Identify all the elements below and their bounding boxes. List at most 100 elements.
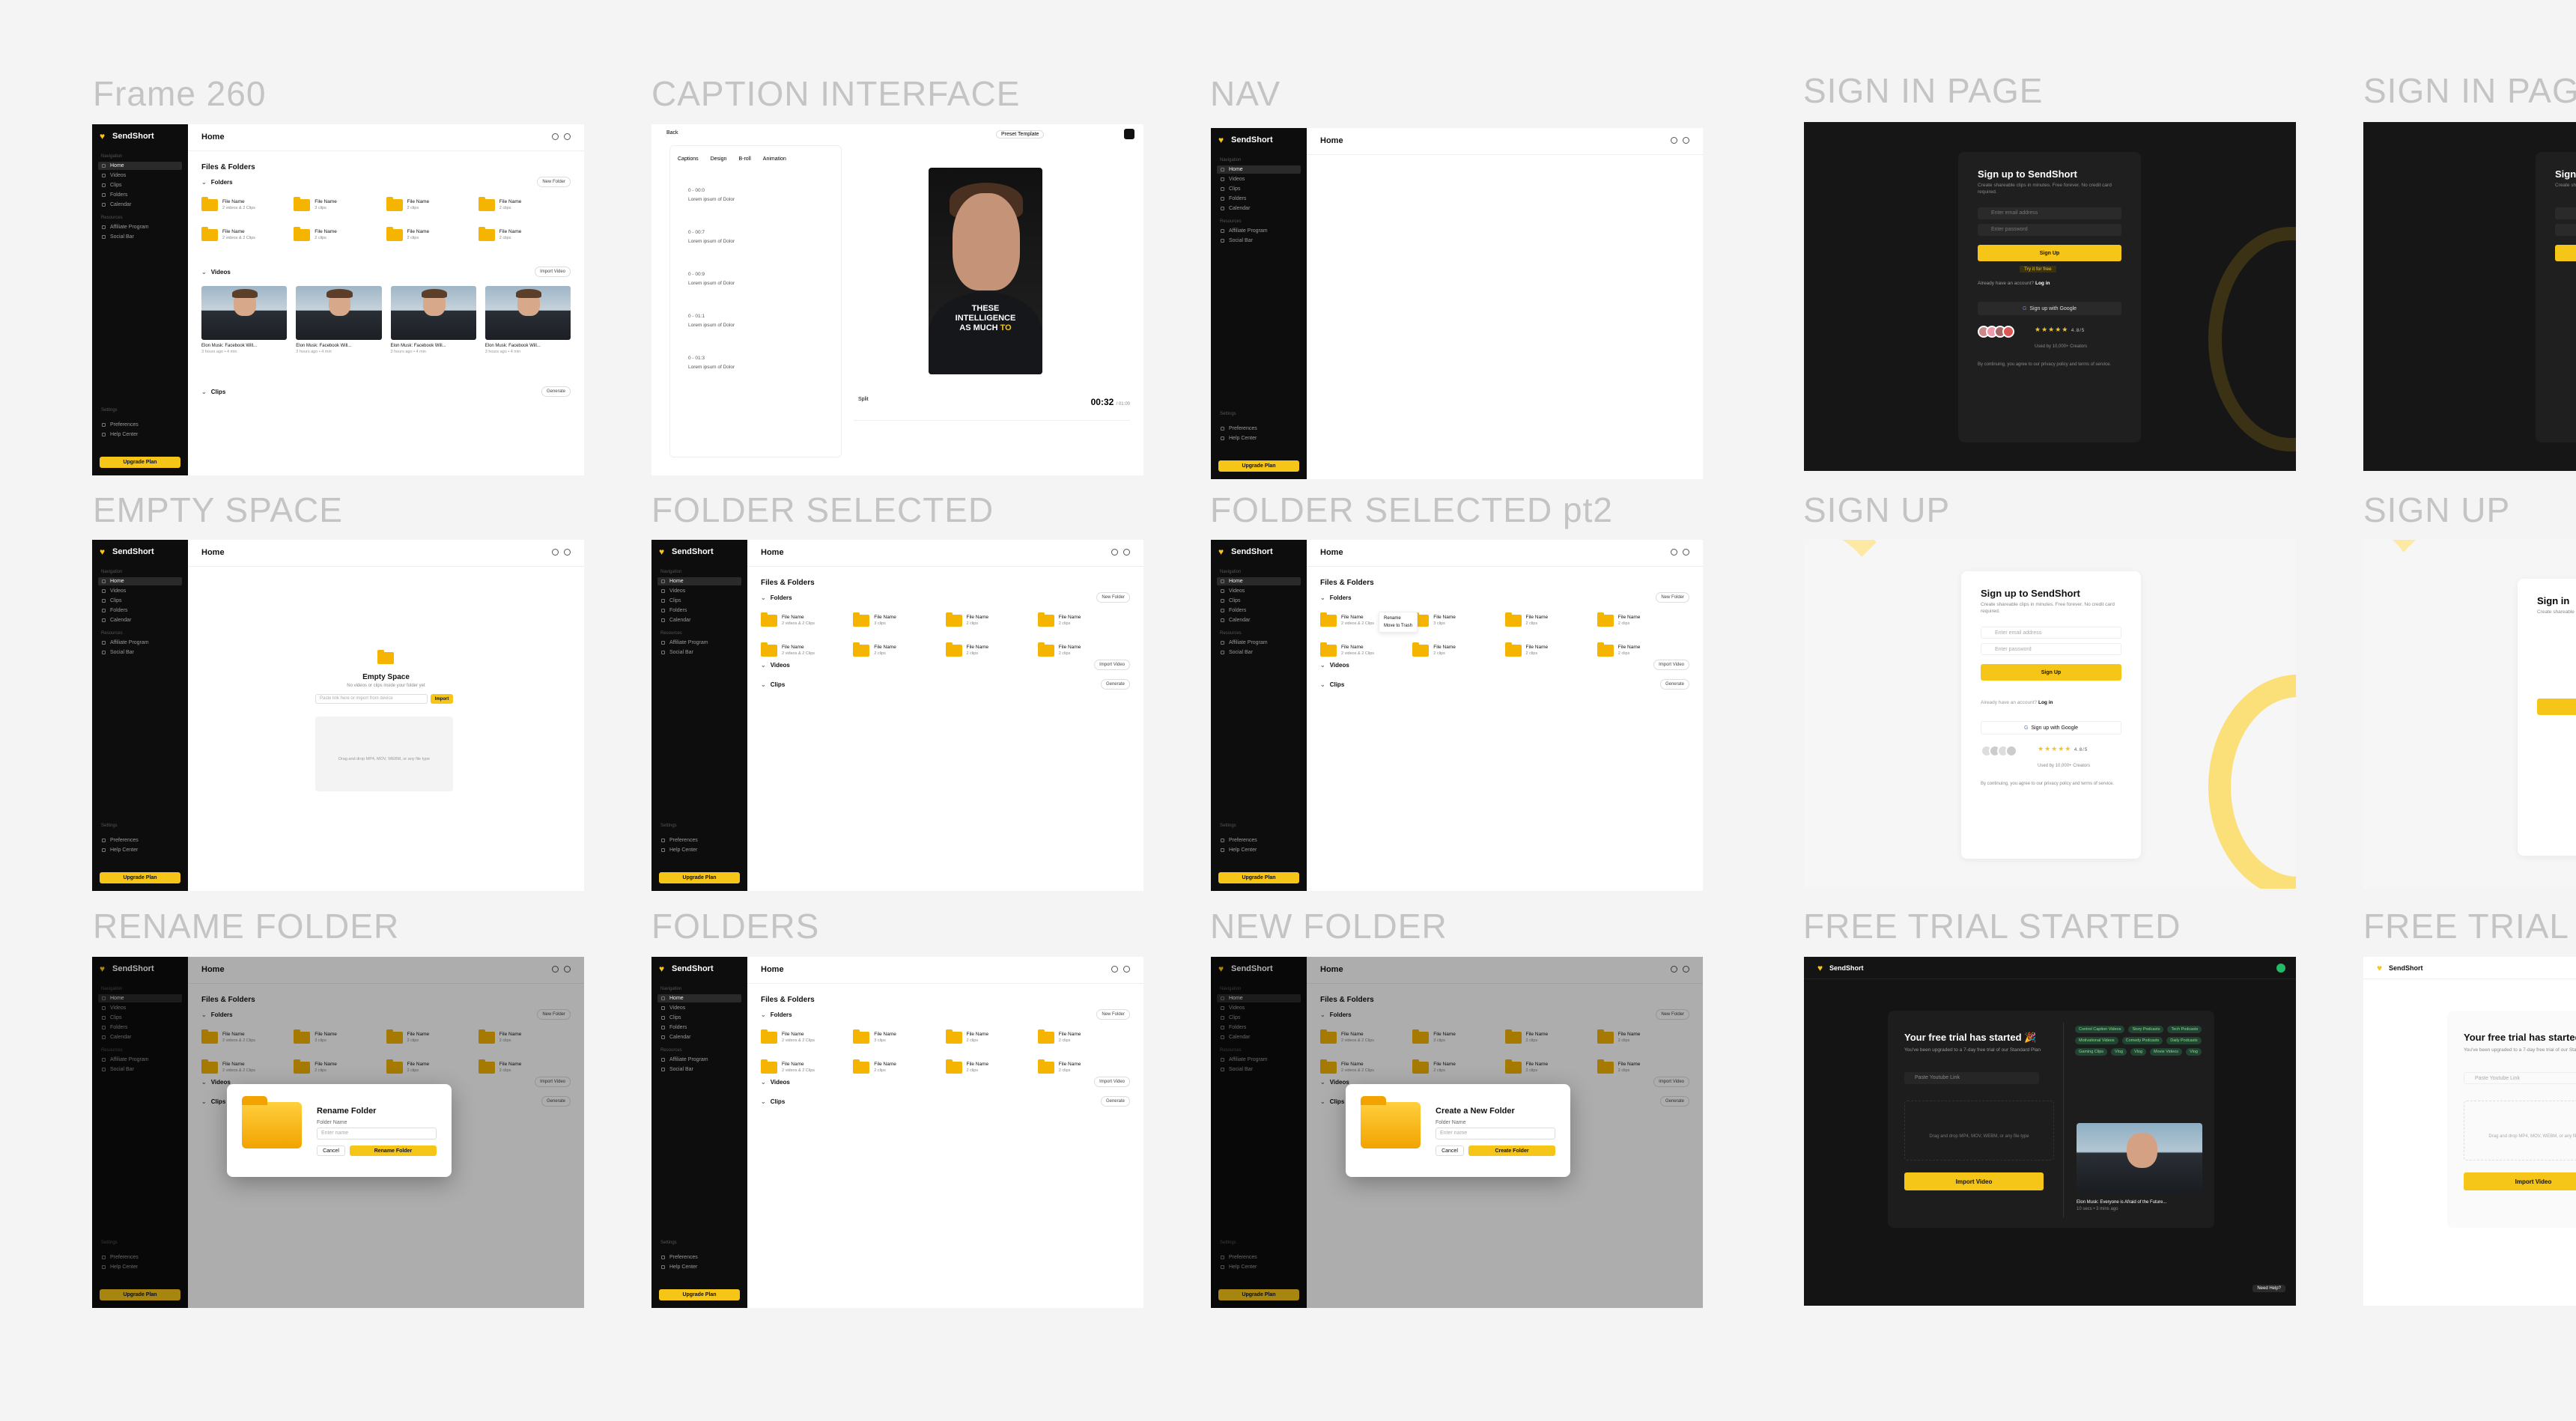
category-chip[interactable]: Movie Videos [2150, 1048, 2182, 1056]
sidebar-item-home[interactable]: Home [1217, 165, 1301, 174]
section-header[interactable]: ⌄ Clips Generate [761, 679, 1130, 690]
video-card[interactable]: Elon Musk: Facebook Will... 3 hours ago •… [201, 286, 288, 355]
folder-item[interactable]: File Name 3 clips [294, 196, 386, 214]
notification-icon[interactable] [552, 133, 559, 140]
sidebar-item-folders[interactable]: Folders [657, 606, 741, 615]
folder-item[interactable]: File Name 2 videos & 2 Clips [761, 612, 853, 630]
sidebar-item-clips[interactable]: Clips [98, 181, 182, 189]
sidebar-item-videos[interactable]: Videos [1217, 175, 1301, 183]
notification-icon[interactable] [1111, 966, 1118, 973]
section-action-button[interactable]: Import Video [1653, 660, 1689, 670]
file-dropzone[interactable]: Drag and drop MP4, MOV, WEBM, or any fil… [1904, 1101, 2054, 1160]
folder-item[interactable]: File Name 2 clips [853, 642, 945, 660]
section-action-button[interactable]: Import Video [1094, 1077, 1130, 1087]
email-field[interactable]: Enter email address [1981, 627, 2121, 639]
sidebar-item-folders[interactable]: Folders [657, 1023, 741, 1032]
sidebar-item-setting[interactable]: Help Center [1217, 846, 1301, 854]
folder-item[interactable]: File Name 2 clips [945, 1029, 1038, 1047]
caption-text[interactable]: Lorem ipsum of Dolor [688, 197, 735, 202]
profile-avatar[interactable] [2276, 964, 2285, 973]
sidebar-item-setting[interactable]: Preferences [657, 836, 741, 845]
confirm-button[interactable]: Rename Folder [350, 1145, 437, 1156]
sidebar-item-videos[interactable]: Videos [657, 1004, 741, 1012]
sidebar-item-clips[interactable]: Clips [657, 1014, 741, 1022]
sidebar-item-videos[interactable]: Videos [98, 171, 182, 180]
sidebar-item-setting[interactable]: Preferences [98, 421, 182, 429]
sidebar-item-setting[interactable]: Preferences [1217, 836, 1301, 845]
folder-item[interactable]: File Name 3 clips [853, 1029, 945, 1047]
sidebar-item-folders[interactable]: Folders [1217, 195, 1301, 203]
sidebar-item-resource[interactable]: Affiliate Program [657, 639, 741, 647]
sidebar-item-resource[interactable]: Affiliate Program [1217, 227, 1301, 235]
login-link[interactable]: Log in [2035, 281, 2050, 286]
password-field[interactable] [2555, 224, 2576, 236]
signup-button[interactable]: Sign Up [1981, 664, 2121, 681]
section-header[interactable]: ⌄ Videos Import Video [201, 267, 571, 277]
sidebar-item-home[interactable]: Home [657, 994, 741, 1002]
category-chip[interactable]: Daily Podcasts [2166, 1037, 2202, 1044]
email-field[interactable] [2555, 207, 2576, 219]
section-action-button[interactable]: Import Video [1094, 660, 1130, 670]
category-chip[interactable]: Gaming Clips [2075, 1048, 2108, 1056]
tab-broll[interactable]: B-roll [738, 156, 750, 162]
sidebar-item-setting[interactable]: Help Center [98, 430, 182, 439]
video-card[interactable]: Elon Musk: Facebook Will... 3 hours ago •… [296, 286, 382, 355]
section-header[interactable]: ⌄ Folders New Folder [201, 177, 571, 187]
folder-item[interactable]: File Name 2 clips [478, 226, 571, 244]
section-action-button[interactable]: Import Video [535, 267, 571, 277]
sidebar-item-home[interactable]: Home [657, 577, 741, 585]
folder-item[interactable]: File Name 2 videos & 2 Clips [201, 226, 294, 244]
video-card[interactable]: Elon Musk: Facebook Will... 3 hours ago •… [484, 286, 571, 355]
folder-item[interactable]: File Name 2 videos & 2 Clips [761, 1029, 853, 1047]
tab-design[interactable]: Design [711, 156, 727, 162]
upgrade-plan-button[interactable]: Upgrade Plan [1218, 872, 1299, 883]
sidebar-item-setting[interactable]: Help Center [1217, 434, 1301, 442]
caption-text[interactable]: Lorem ipsum of Dolor [688, 323, 735, 328]
tab-animation[interactable]: Animation [763, 156, 786, 162]
video-thumbnail[interactable] [2077, 1123, 2202, 1195]
folder-item[interactable]: File Name 2 clips [386, 196, 479, 214]
sidebar-item-resource[interactable]: Affiliate Program [657, 1056, 741, 1064]
caption-timestamp[interactable]: 0 - 01:1 [688, 314, 705, 319]
folder-name-input[interactable]: Enter name [1436, 1128, 1555, 1139]
context-menu-item[interactable]: Rename [1384, 615, 1412, 622]
caption-text[interactable]: Lorem ipsum of Dolor [688, 239, 735, 244]
notification-icon[interactable] [1111, 549, 1118, 556]
folder-item[interactable]: File Name 2 clips [1504, 612, 1597, 630]
folder-item[interactable]: File Name 2 clips [1037, 612, 1130, 630]
caption-timestamp[interactable]: 0 - 01:3 [688, 356, 705, 361]
folder-item[interactable]: File Name 2 videos & 2 Clips [201, 196, 294, 214]
category-chip[interactable]: Control Caption Videos [2075, 1026, 2125, 1033]
signin-button[interactable] [2555, 245, 2576, 261]
folder-item[interactable]: File Name 2 clips [294, 226, 386, 244]
section-header[interactable]: ⌄ Videos Import Video [761, 660, 1130, 670]
section-header[interactable]: ⌄ Videos Import Video [761, 1077, 1130, 1087]
cancel-button[interactable]: Cancel [317, 1145, 345, 1156]
folder-item[interactable]: File Name 3 clips [1412, 612, 1504, 630]
folder-item[interactable]: File Name 2 clips [1037, 642, 1130, 660]
folder-name-input[interactable]: Enter name [317, 1128, 437, 1139]
sidebar-item-resource[interactable]: Affiliate Program [98, 223, 182, 231]
profile-icon[interactable] [1123, 966, 1130, 973]
sidebar-item-calendar[interactable]: Calendar [657, 1033, 741, 1041]
export-button[interactable] [1124, 129, 1134, 139]
sidebar-item-folders[interactable]: Folders [1217, 606, 1301, 615]
context-menu-item[interactable]: Move to Trash [1384, 622, 1412, 630]
sidebar-item-calendar[interactable]: Calendar [1217, 616, 1301, 624]
sidebar-item-resource[interactable]: Social Bar [98, 233, 182, 241]
notification-icon[interactable] [1671, 549, 1677, 556]
category-chip[interactable]: Vlog [2111, 1048, 2127, 1056]
caption-text[interactable]: Lorem ipsum of Dolor [688, 281, 735, 286]
sidebar-item-setting[interactable]: Help Center [657, 1263, 741, 1271]
folder-item[interactable]: File Name 2 clips [1412, 642, 1504, 660]
section-header[interactable]: ⌄ Clips Generate [201, 386, 571, 397]
upgrade-plan-button[interactable]: Upgrade Plan [100, 457, 180, 468]
upgrade-plan-button[interactable]: Upgrade Plan [100, 872, 180, 883]
caption-timestamp[interactable]: 0 - 00:7 [688, 230, 705, 235]
caption-text[interactable]: Lorem ipsum of Dolor [688, 365, 735, 370]
sidebar-item-resource[interactable]: Social Bar [1217, 648, 1301, 657]
folder-item[interactable]: File Name 2 clips [1597, 642, 1689, 660]
profile-icon[interactable] [1123, 549, 1130, 556]
sidebar-item-setting[interactable]: Preferences [98, 836, 182, 845]
category-chip[interactable]: Comedy Podcasts [2121, 1037, 2163, 1044]
